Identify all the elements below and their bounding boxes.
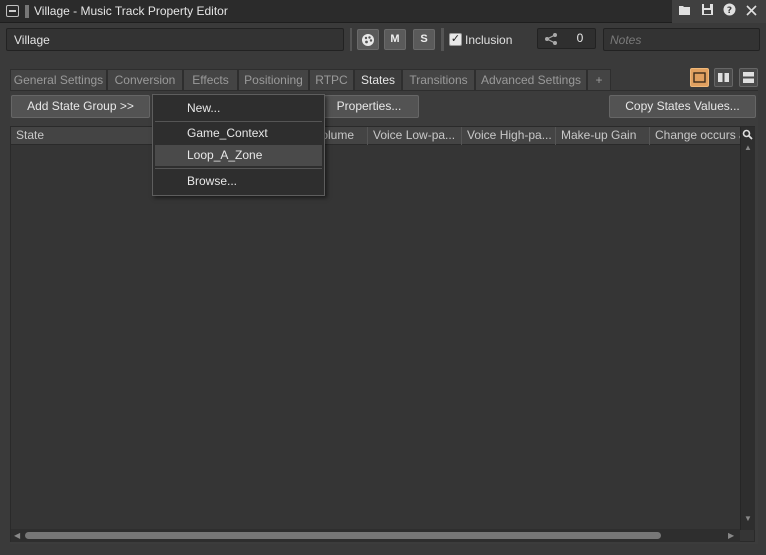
tab-effects[interactable]: Effects: [183, 69, 238, 91]
tab-states[interactable]: States: [354, 69, 402, 92]
states-table: State Volume Voice Low-pa... Voice High-…: [10, 126, 755, 542]
layout-split-vertical-button[interactable]: [714, 68, 733, 87]
save-icon[interactable]: [698, 3, 716, 20]
tab-transitions[interactable]: Transitions: [402, 69, 475, 91]
object-name-field[interactable]: Village: [6, 28, 344, 51]
open-folder-icon[interactable]: [676, 3, 694, 20]
add-state-group-menu: New... Game_Context Loop_A_Zone Browse..…: [152, 94, 325, 196]
vertical-scrollbar[interactable]: ▲ ▼: [740, 127, 755, 530]
palette-icon: [362, 34, 374, 46]
color-palette-button[interactable]: [357, 29, 379, 50]
scroll-up-arrow-icon[interactable]: ▲: [744, 143, 752, 152]
references-count: 0: [576, 31, 584, 45]
scroll-right-arrow-icon[interactable]: ▶: [728, 531, 734, 540]
inclusion-checkbox[interactable]: ✓: [449, 33, 462, 46]
window-title: Village - Music Track Property Editor: [34, 4, 228, 18]
tab-general-settings[interactable]: General Settings: [10, 69, 107, 91]
scroll-left-arrow-icon[interactable]: ◀: [14, 531, 20, 540]
horizontal-scroll-thumb[interactable]: [25, 532, 661, 539]
menu-separator: [155, 121, 322, 122]
close-icon[interactable]: [742, 3, 760, 20]
menu-item-loop-a-zone[interactable]: Loop_A_Zone: [155, 145, 322, 166]
column-header-make-up-gain[interactable]: Make-up Gain: [556, 127, 650, 145]
tab-advanced-settings[interactable]: Advanced Settings: [475, 69, 587, 91]
divider: [441, 28, 444, 51]
layout-split-vertical-icon: [718, 73, 729, 82]
tab-rtpc[interactable]: RTPC: [309, 69, 354, 91]
horizontal-scrollbar[interactable]: ◀ ▶: [11, 529, 740, 542]
window-menu-icon[interactable]: [6, 5, 19, 17]
divider: [350, 28, 352, 51]
search-icon[interactable]: [742, 129, 753, 140]
notes-field[interactable]: Notes: [603, 28, 760, 51]
add-state-group-button[interactable]: Add State Group >>: [11, 95, 150, 118]
menu-item-browse[interactable]: Browse...: [155, 171, 322, 192]
title-bar: Village - Music Track Property Editor ?: [0, 0, 766, 23]
tab-positioning[interactable]: Positioning: [238, 69, 309, 91]
help-icon[interactable]: ?: [720, 3, 738, 20]
title-bar-actions: ?: [672, 0, 766, 23]
solo-button[interactable]: S: [413, 29, 435, 50]
menu-separator: [155, 168, 322, 169]
share-icon: [545, 33, 557, 45]
tab-add[interactable]: +: [587, 69, 611, 91]
mute-button[interactable]: M: [384, 29, 406, 50]
column-header-change-occurs-at[interactable]: Change occurs at: [650, 127, 741, 145]
copy-states-values-button[interactable]: Copy States Values...: [609, 95, 756, 118]
column-header-voice-low-pass[interactable]: Voice Low-pa...: [368, 127, 462, 145]
layout-single-button[interactable]: [690, 68, 709, 87]
column-header-voice-high-pass[interactable]: Voice High-pa...: [462, 127, 556, 145]
table-header: State Volume Voice Low-pa... Voice High-…: [11, 127, 741, 145]
layout-split-horizontal-button[interactable]: [739, 68, 758, 87]
tab-conversion[interactable]: Conversion: [107, 69, 183, 91]
scroll-down-arrow-icon[interactable]: ▼: [744, 514, 752, 523]
menu-item-game-context[interactable]: Game_Context: [155, 123, 322, 144]
drag-grip[interactable]: [25, 5, 29, 18]
layout-single-icon: [693, 72, 706, 83]
properties-button[interactable]: Properties...: [319, 95, 419, 118]
menu-item-new[interactable]: New...: [155, 98, 322, 119]
svg-text:?: ?: [726, 6, 731, 16]
layout-split-horizontal-icon: [743, 72, 754, 83]
inclusion-label: Inclusion: [465, 33, 513, 47]
